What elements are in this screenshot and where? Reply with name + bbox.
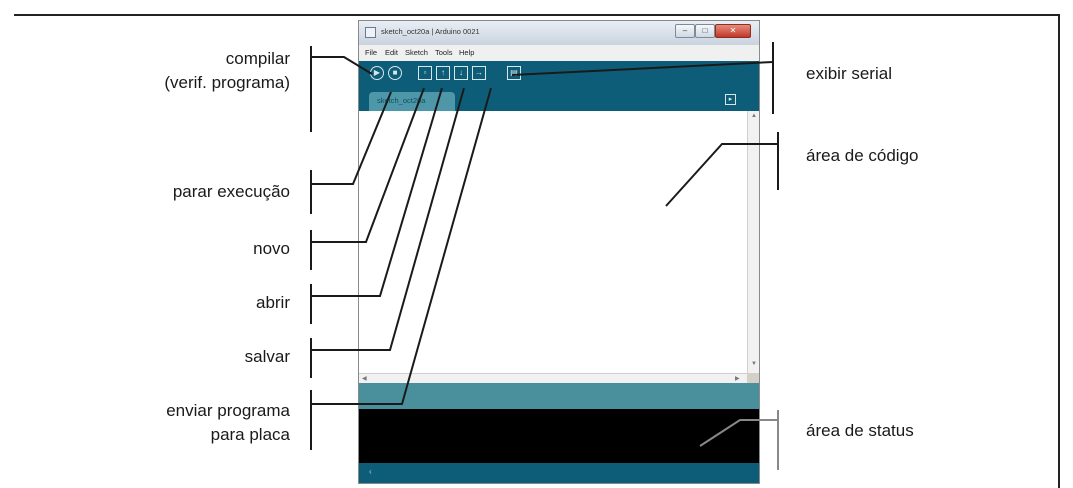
label-salvar: salvar bbox=[244, 347, 290, 366]
label-enviar-programa: enviar programa bbox=[166, 401, 290, 420]
label-parar-execucao: parar execução bbox=[172, 182, 290, 201]
leader-status bbox=[699, 419, 778, 447]
annotation-lines bbox=[310, 42, 779, 470]
leader-parar bbox=[311, 91, 392, 185]
label-novo: novo bbox=[253, 239, 290, 258]
label-compilar: compilar bbox=[225, 49, 290, 68]
leader-salvar bbox=[311, 87, 465, 351]
leader-serial bbox=[511, 61, 774, 76]
leader-codigo bbox=[665, 143, 778, 207]
label-verif-programa: (verif. programa) bbox=[164, 73, 290, 92]
leader-compilar bbox=[311, 56, 373, 75]
figure: sketch_oct20a | Arduino 0021 – □ ✕ File … bbox=[0, 0, 1073, 488]
label-area-de-codigo: área de código bbox=[806, 146, 919, 165]
label-abrir: abrir bbox=[255, 293, 290, 312]
leader-novo bbox=[311, 87, 425, 243]
label-area-de-status: área de status bbox=[806, 421, 914, 440]
label-para-placa: para placa bbox=[210, 425, 290, 444]
leader-enviar bbox=[311, 87, 492, 405]
label-exibir-serial: exibir serial bbox=[806, 64, 892, 83]
leader-abrir bbox=[311, 87, 443, 297]
